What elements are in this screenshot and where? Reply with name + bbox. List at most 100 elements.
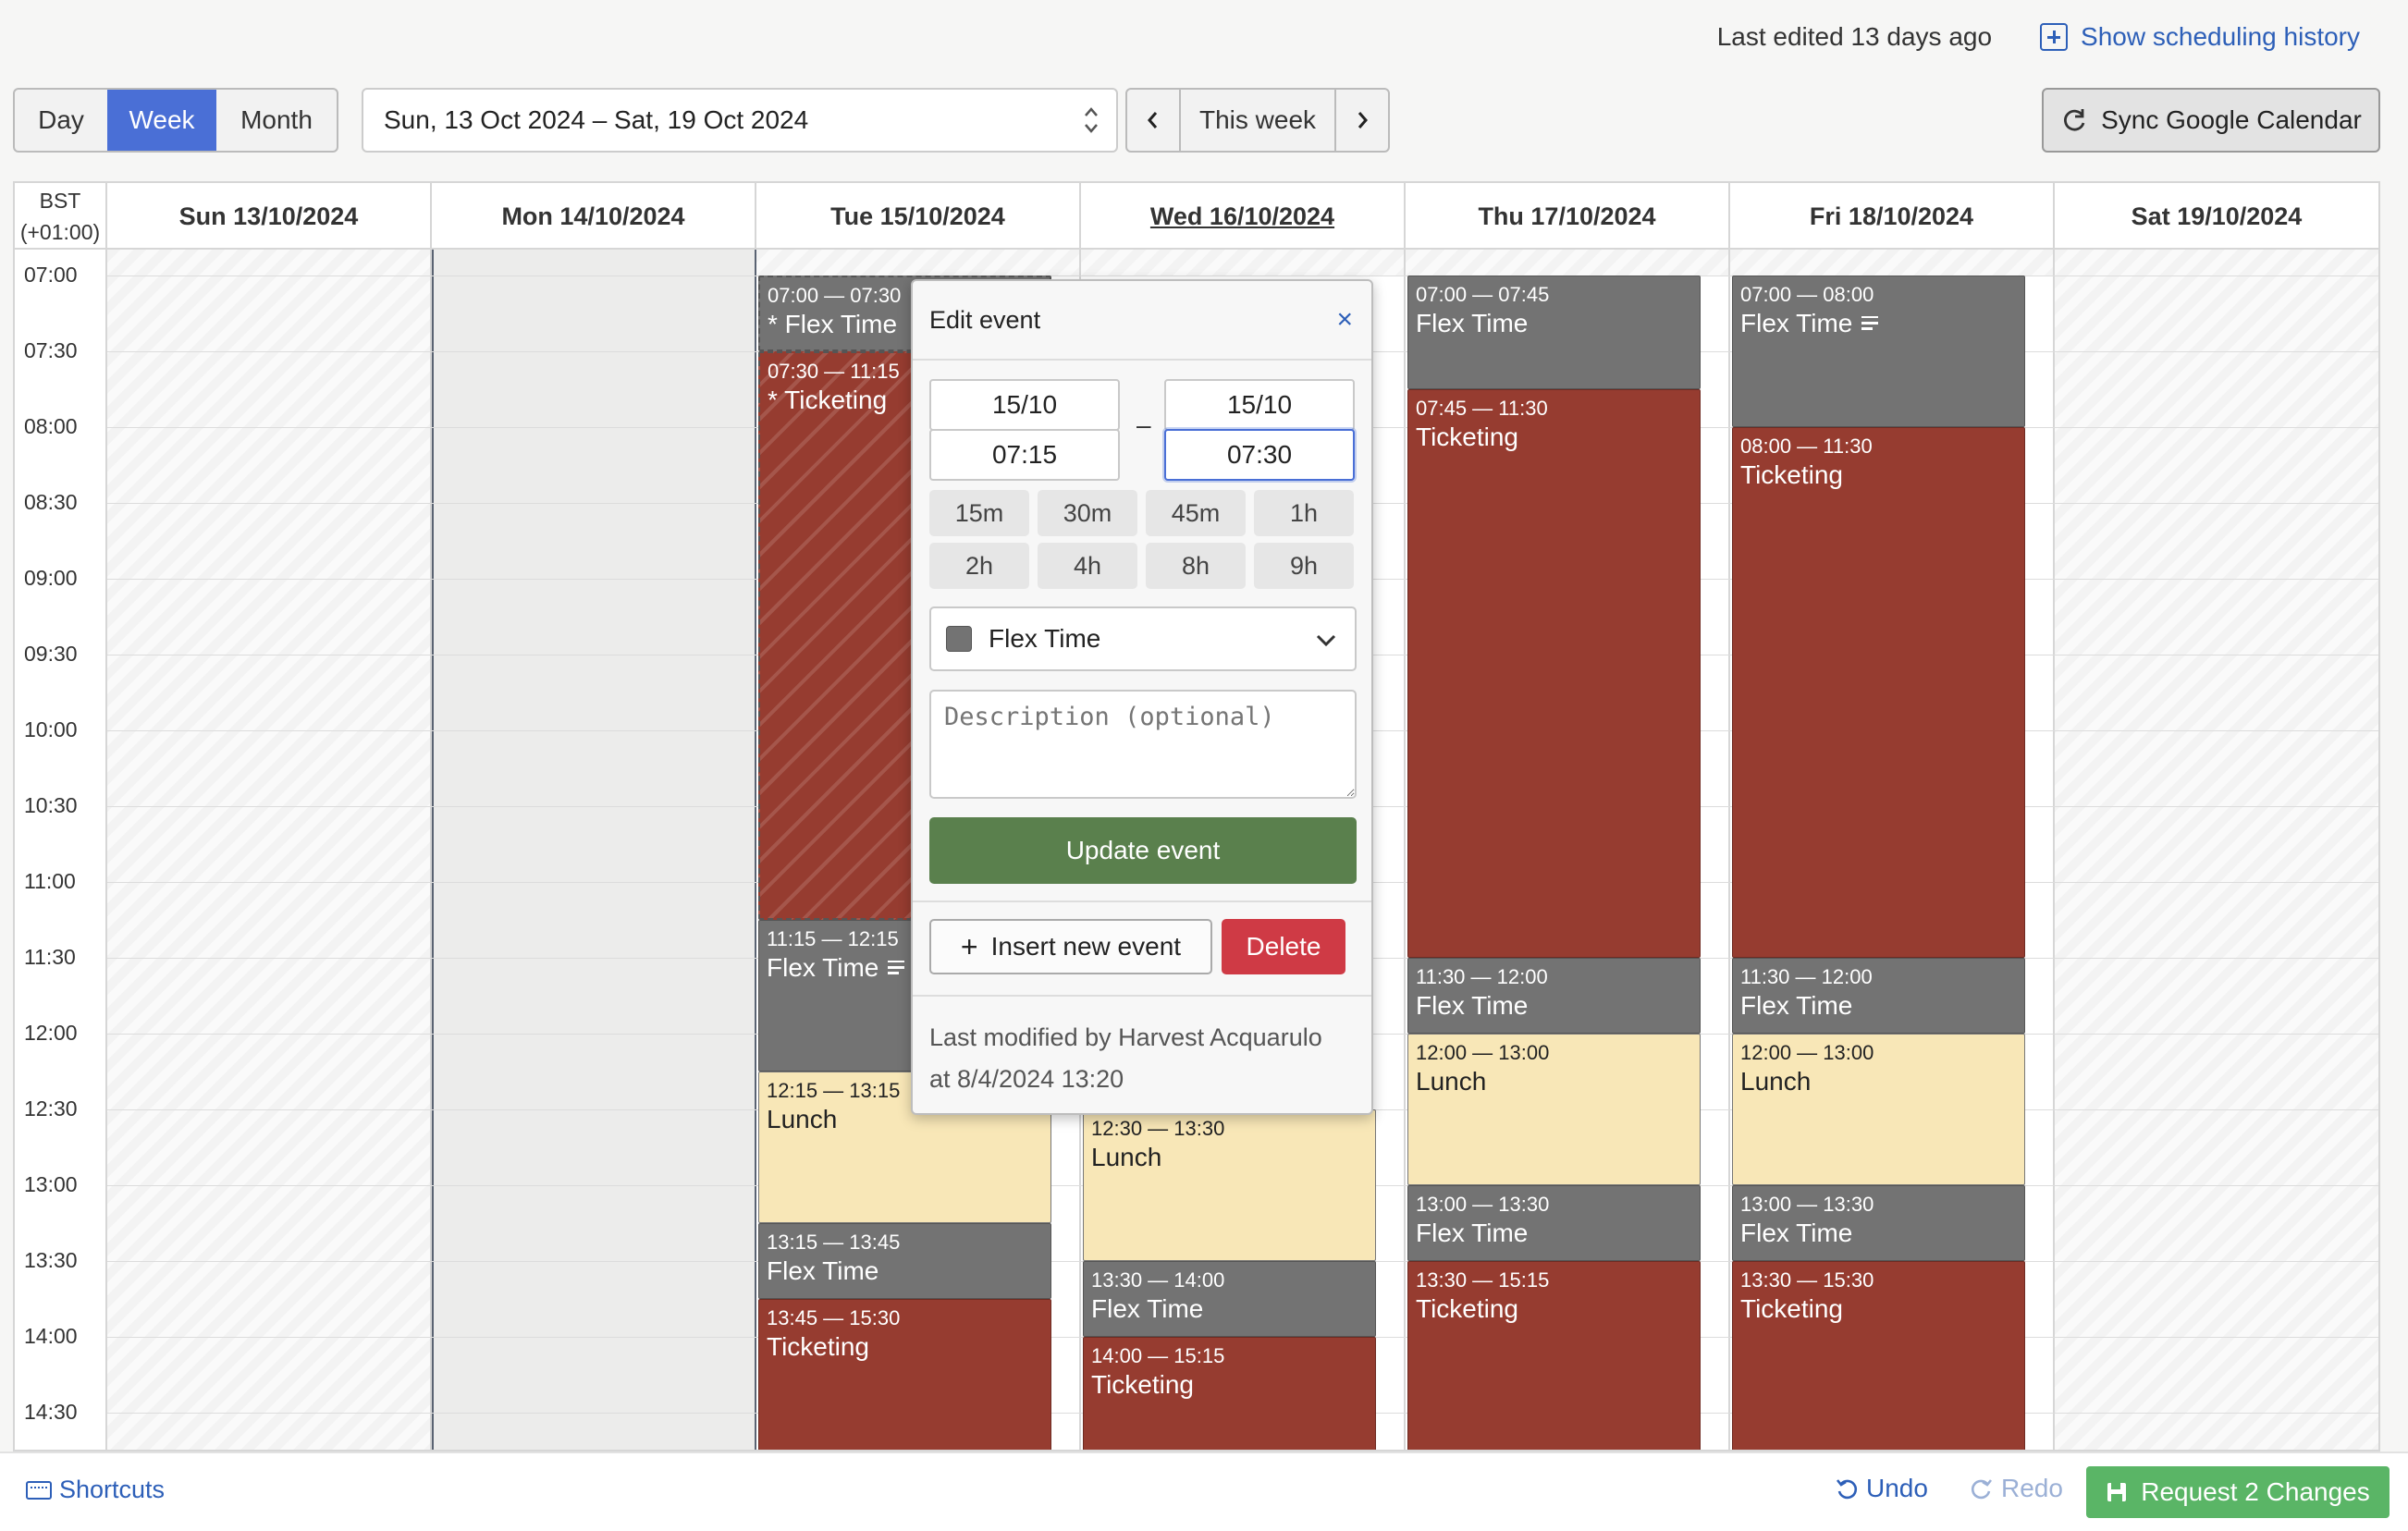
time-label: 13:00 <box>24 1172 78 1197</box>
last-modified-info: Last modified by Harvest Acquarulo at 8/… <box>929 1017 1358 1100</box>
event-title: Flex Time <box>1740 1218 2017 1249</box>
insert-new-event-button[interactable]: + Insert new event <box>929 919 1212 974</box>
calendar-event[interactable]: 13:00 — 13:30 Flex Time <box>1407 1185 1701 1261</box>
duration-1h-button[interactable]: 1h <box>1254 490 1354 536</box>
redo-button[interactable]: Redo <box>1970 1474 2063 1503</box>
day-column[interactable] <box>107 250 432 1450</box>
event-title-text: Flex Time <box>1416 309 1529 337</box>
calendar-event[interactable]: 07:45 — 11:30 Ticketing <box>1407 389 1701 958</box>
day-header[interactable]: Thu 17/10/2024 <box>1406 183 1730 250</box>
day-column[interactable] <box>432 250 756 1450</box>
duration-45m-button[interactable]: 45m <box>1146 490 1246 536</box>
event-type-swatch <box>946 626 972 652</box>
description-lines-icon <box>1861 316 1879 331</box>
show-history-link[interactable]: Show scheduling history <box>2040 22 2360 52</box>
description-textarea[interactable] <box>929 690 1357 799</box>
calendar-event[interactable]: 12:00 — 13:00 Lunch <box>1732 1034 2025 1185</box>
duration-4h-button[interactable]: 4h <box>1038 543 1137 589</box>
undo-label: Undo <box>1866 1474 1928 1502</box>
calendar-event[interactable]: 12:30 — 13:30 Lunch <box>1083 1109 1376 1261</box>
plus-icon: + <box>960 929 978 963</box>
calendar-event[interactable]: 13:15 — 13:45 Flex Time <box>758 1223 1051 1299</box>
event-time: 13:45 — 15:30 <box>767 1306 901 1329</box>
event-title: Flex Time <box>1416 990 1692 1022</box>
calendar-event[interactable]: 12:00 — 13:00 Lunch <box>1407 1034 1701 1185</box>
end-date-input[interactable] <box>1164 379 1355 431</box>
event-type-select[interactable]: Flex Time <box>929 606 1357 671</box>
insert-new-event-label: Insert new event <box>990 932 1182 961</box>
range-separator: – <box>1136 410 1151 439</box>
undo-icon <box>1836 1479 1858 1500</box>
day-header[interactable]: Sun 13/10/2024 <box>107 183 432 250</box>
chevron-left-icon <box>1148 112 1158 129</box>
calendar-event[interactable]: 13:45 — 15:30 Ticketing <box>758 1299 1051 1450</box>
unavailable-slot <box>756 250 1079 276</box>
time-label: 11:30 <box>24 945 76 970</box>
event-title-text: Ticketing <box>1091 1370 1195 1399</box>
time-label: 10:00 <box>24 717 78 742</box>
event-title: Ticketing <box>1416 1293 1692 1325</box>
start-time-input[interactable] <box>929 429 1120 481</box>
calendar-event[interactable]: 13:30 — 15:15 Ticketing <box>1407 1261 1701 1450</box>
delete-button[interactable]: Delete <box>1222 919 1345 974</box>
this-week-button[interactable]: This week <box>1179 90 1336 151</box>
time-label: 07:00 <box>24 263 78 288</box>
show-history-label: Show scheduling history <box>2081 22 2360 51</box>
unavailable-slot <box>1081 250 1404 276</box>
duration-30m-button[interactable]: 30m <box>1038 490 1137 536</box>
request-changes-button[interactable]: Request 2 Changes <box>2086 1466 2390 1518</box>
time-label: 12:00 <box>24 1021 78 1046</box>
event-title: Ticketing <box>1416 422 1692 453</box>
popup-divider <box>913 995 1371 997</box>
calendar-event[interactable]: 07:00 — 08:00 Flex Time <box>1732 276 2025 427</box>
redo-icon <box>1971 1479 1993 1500</box>
calendar-event[interactable]: 13:30 — 15:30 Ticketing <box>1732 1261 2025 1450</box>
view-month-button[interactable]: Month <box>216 90 337 151</box>
timezone-label: BST (+01:00) <box>15 183 107 250</box>
event-title-text: Lunch <box>1091 1143 1162 1171</box>
view-day-button[interactable]: Day <box>15 90 107 151</box>
close-icon[interactable]: × <box>1336 304 1353 336</box>
event-time: 07:45 — 11:30 <box>1416 397 1548 420</box>
calendar-event[interactable]: 11:30 — 12:00 Flex Time <box>1407 958 1701 1034</box>
undo-button[interactable]: Undo <box>1835 1474 1928 1503</box>
day-column[interactable] <box>2055 250 2378 1450</box>
calendar-event[interactable]: 14:00 — 15:15 Ticketing <box>1083 1337 1376 1450</box>
duration-8h-button[interactable]: 8h <box>1146 543 1246 589</box>
end-time-input[interactable] <box>1164 429 1355 481</box>
calendar-event[interactable]: 13:30 — 14:00 Flex Time <box>1083 1261 1376 1337</box>
sync-google-calendar-button[interactable]: Sync Google Calendar <box>2042 88 2380 153</box>
event-title-text: Lunch <box>767 1105 838 1133</box>
event-title-text: Flex Time <box>1091 1294 1204 1323</box>
event-title: Flex Time <box>1091 1293 1368 1325</box>
start-date-input[interactable] <box>929 379 1120 431</box>
calendar-event[interactable]: 08:00 — 11:30 Ticketing <box>1732 427 2025 958</box>
top-bar: Last edited 13 days ago Show scheduling … <box>1717 17 2360 57</box>
calendar-event[interactable]: 07:00 — 07:45 Flex Time <box>1407 276 1701 389</box>
duration-15m-button[interactable]: 15m <box>929 490 1029 536</box>
calendar-event[interactable]: 13:00 — 13:30 Flex Time <box>1732 1185 2025 1261</box>
event-title-text: Flex Time <box>767 953 879 982</box>
day-header[interactable]: Sat 19/10/2024 <box>2055 183 2378 250</box>
duration-2h-button[interactable]: 2h <box>929 543 1029 589</box>
timezone-offset: (+01:00) <box>19 220 101 244</box>
event-title: Ticketing <box>1091 1369 1368 1401</box>
time-label: 12:30 <box>24 1096 78 1121</box>
previous-week-button[interactable] <box>1127 90 1179 151</box>
day-header[interactable]: Wed 16/10/2024 <box>1081 183 1406 250</box>
day-header[interactable]: Mon 14/10/2024 <box>432 183 756 250</box>
request-changes-label: Request 2 Changes <box>2141 1477 2370 1506</box>
shortcuts-link[interactable]: Shortcuts <box>26 1476 165 1504</box>
update-event-button[interactable]: Update event <box>929 817 1357 884</box>
date-range-select[interactable]: Sun, 13 Oct 2024 – Sat, 19 Oct 2024 <box>362 88 1118 153</box>
day-header[interactable]: Tue 15/10/2024 <box>756 183 1081 250</box>
view-week-button[interactable]: Week <box>107 90 216 151</box>
time-label: 11:00 <box>24 869 76 894</box>
duration-9h-button[interactable]: 9h <box>1254 543 1354 589</box>
day-header[interactable]: Fri 18/10/2024 <box>1730 183 2055 250</box>
calendar-event[interactable]: 11:30 — 12:00 Flex Time <box>1732 958 2025 1034</box>
event-title: Flex Time <box>1740 308 2017 339</box>
event-title: Lunch <box>1740 1066 2017 1097</box>
event-title-text: Ticketing <box>1416 423 1519 451</box>
next-week-button[interactable] <box>1336 90 1388 151</box>
